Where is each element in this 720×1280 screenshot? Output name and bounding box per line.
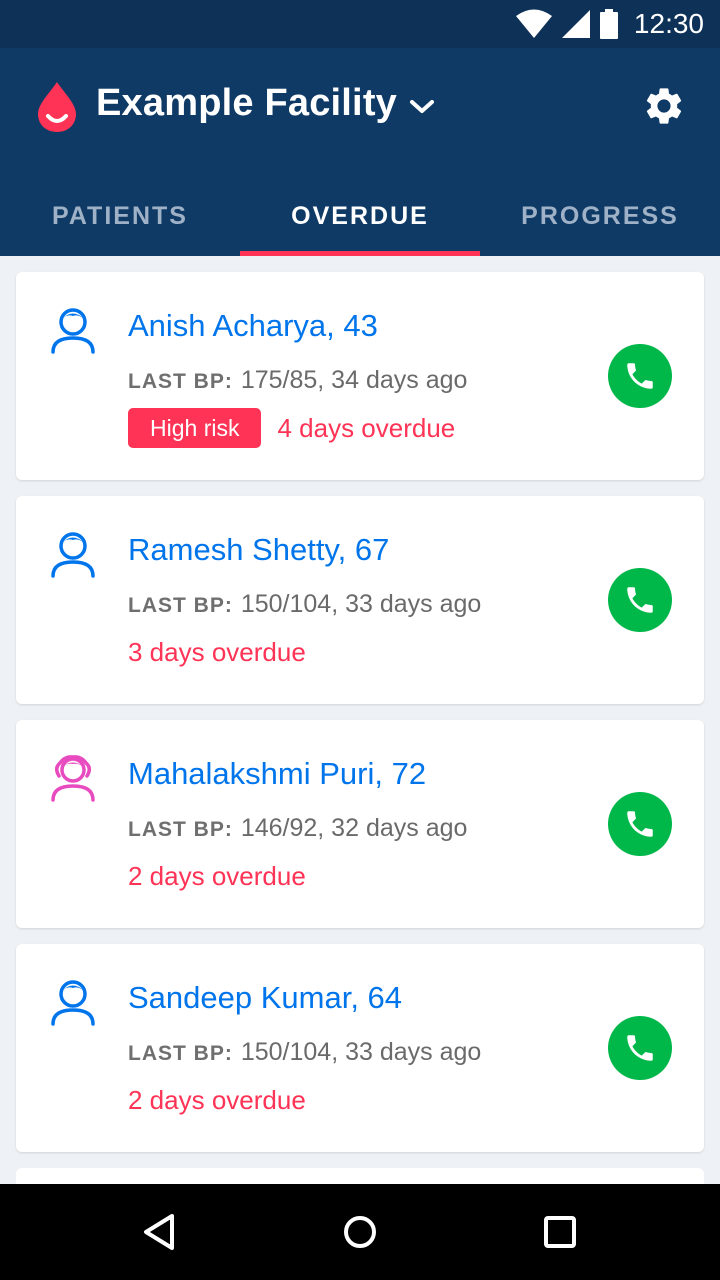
- patient-card[interactable]: Anish Acharya, 43 LAST BP: 175/85, 34 day…: [16, 272, 704, 480]
- overdue-text: 2 days overdue: [128, 861, 306, 891]
- battery-icon: [599, 9, 618, 39]
- last-bp: LAST BP: 150/104, 33 days ago: [128, 1038, 481, 1067]
- male-patient-icon: [51, 308, 95, 354]
- last-bp-value: 150/104, 33 days ago: [240, 590, 482, 618]
- tab-bar: PATIENTS OVERDUE PROGRESS: [0, 176, 720, 256]
- navigation-bar: [0, 1184, 720, 1280]
- last-bp-value: 146/92, 32 days ago: [240, 814, 468, 842]
- phone-icon: [627, 363, 653, 389]
- phone-icon: [627, 1035, 653, 1061]
- wifi-icon: [515, 9, 552, 38]
- patient-card[interactable]: Ramesh Shetty, 67 LAST BP: 150/104, 33 da…: [16, 496, 704, 704]
- overdue-patient-list: Anish Acharya, 43 LAST BP: 175/85, 34 day…: [16, 272, 704, 1168]
- last-bp: LAST BP: 150/104, 33 days ago: [128, 590, 481, 619]
- last-bp-value: 150/104, 33 days ago: [240, 1038, 482, 1066]
- status-bar: 12:30: [0, 0, 720, 48]
- overdue-status: High risk 4 days overdue: [128, 408, 455, 448]
- phone-icon: [627, 811, 653, 837]
- patient-card[interactable]: Mahalakshmi Puri, 72 LAST BP: 146/92, 32 …: [16, 720, 704, 928]
- status-icons: 12:30: [515, 8, 704, 40]
- gear-icon[interactable]: [642, 84, 686, 128]
- app-bar: Example Facility PATIENTS OVERDUE PROGRE…: [0, 48, 720, 256]
- overdue-text: 3 days overdue: [128, 637, 306, 667]
- patient-name[interactable]: Anish Acharya, 43: [128, 308, 378, 344]
- overdue-status: 3 days overdue: [128, 632, 306, 672]
- patient-name[interactable]: Sandeep Kumar, 64: [128, 980, 402, 1016]
- tab-progress[interactable]: PROGRESS: [480, 176, 720, 256]
- overdue-status: 2 days overdue: [128, 1080, 306, 1120]
- overdue-status: 2 days overdue: [128, 856, 306, 896]
- patient-name[interactable]: Ramesh Shetty, 67: [128, 532, 389, 568]
- tab-overdue[interactable]: OVERDUE: [240, 176, 480, 256]
- call-button[interactable]: [608, 568, 672, 632]
- last-bp-value: 175/85, 34 days ago: [240, 366, 468, 394]
- last-bp-label: LAST BP:: [128, 370, 233, 393]
- high-risk-badge: High risk: [128, 408, 262, 448]
- phone-icon: [627, 587, 653, 613]
- last-bp-label: LAST BP:: [128, 1042, 233, 1065]
- facility-name: Example Facility: [96, 82, 398, 124]
- male-patient-icon: [51, 980, 95, 1026]
- patient-card[interactable]: Sandeep Kumar, 64 LAST BP: 150/104, 33 da…: [16, 944, 704, 1152]
- call-button[interactable]: [608, 792, 672, 856]
- facility-selector[interactable]: Example Facility: [96, 82, 435, 125]
- status-time: 12:30: [633, 8, 704, 39]
- male-patient-icon: [51, 532, 95, 578]
- last-bp: LAST BP: 146/92, 32 days ago: [128, 814, 467, 843]
- back-triangle-icon[interactable]: [136, 1208, 184, 1256]
- chevron-down-icon: [410, 99, 435, 113]
- cell-signal-icon: [561, 10, 590, 38]
- last-bp-label: LAST BP:: [128, 818, 233, 841]
- home-circle-icon[interactable]: [336, 1208, 384, 1256]
- tab-patients[interactable]: PATIENTS: [0, 176, 240, 256]
- recents-square-icon[interactable]: [536, 1208, 584, 1256]
- last-bp: LAST BP: 175/85, 34 days ago: [128, 366, 467, 395]
- last-bp-label: LAST BP:: [128, 594, 233, 617]
- call-button[interactable]: [608, 1016, 672, 1080]
- overdue-text: 4 days overdue: [277, 413, 456, 443]
- female-patient-icon: [51, 755, 95, 802]
- blood-drop-icon: [38, 82, 76, 132]
- patient-name[interactable]: Mahalakshmi Puri, 72: [128, 756, 426, 792]
- call-button[interactable]: [608, 344, 672, 408]
- overdue-text: 2 days overdue: [128, 1085, 306, 1115]
